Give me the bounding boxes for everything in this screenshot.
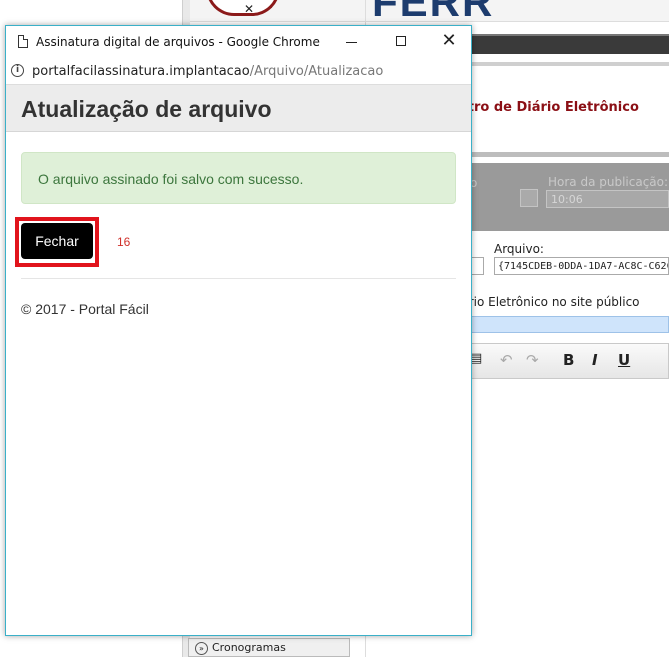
brand-text: FERR bbox=[372, 0, 495, 25]
maximize-icon bbox=[396, 36, 406, 46]
step-number-label: 16 bbox=[117, 235, 131, 249]
maximize-button[interactable] bbox=[386, 30, 416, 54]
info-icon[interactable]: i bbox=[11, 64, 24, 77]
undo-icon[interactable]: ↶ bbox=[500, 351, 513, 369]
popup-window: Assinatura digital de arquivos - Google … bbox=[5, 25, 472, 636]
file-input[interactable]: {7145CDEB-0DDA-1DA7-AC8C-C62CE bbox=[494, 257, 669, 275]
time-label: Hora da publicação: bbox=[548, 175, 669, 189]
page-title: Atualização de arquivo bbox=[21, 96, 272, 122]
menu-item-label: Cronogramas bbox=[212, 641, 286, 654]
success-alert: O arquivo assinado foi salvo com sucesso… bbox=[21, 152, 456, 204]
redo-icon[interactable]: ↷ bbox=[526, 351, 539, 369]
url-host: portalfacilassinatura.implantacao bbox=[32, 64, 250, 79]
underline-button[interactable]: U bbox=[618, 351, 630, 369]
window-title: Assinatura digital de arquivos - Google … bbox=[36, 35, 320, 49]
page-header: Atualização de arquivo bbox=[6, 85, 471, 132]
menu-item-cronogramas[interactable]: » Cronogramas bbox=[188, 638, 350, 657]
time-input[interactable]: 10:06 bbox=[546, 190, 669, 208]
chevron-right-icon: » bbox=[195, 641, 208, 655]
alert-message: O arquivo assinado foi salvo com sucesso… bbox=[38, 171, 304, 187]
close-button[interactable]: Fechar bbox=[21, 223, 93, 259]
calendar-icon[interactable] bbox=[520, 189, 538, 207]
footer-copyright: © 2017 - Portal Fácil bbox=[21, 301, 149, 317]
file-label: Arquivo: bbox=[494, 242, 544, 256]
page-icon bbox=[18, 35, 28, 48]
publish-option-label: iário Eletrônico no site público bbox=[458, 295, 640, 309]
address-bar[interactable]: i portalfacilassinatura.implantacao/Arqu… bbox=[6, 57, 471, 85]
minimize-icon bbox=[346, 42, 357, 43]
url-text: portalfacilassinatura.implantacao/Arquiv… bbox=[32, 64, 383, 79]
bold-button[interactable]: B bbox=[563, 351, 574, 369]
close-window-button[interactable]: ✕ bbox=[434, 30, 464, 54]
seal-cross-icon: ✕ bbox=[244, 2, 255, 16]
italic-button[interactable]: I bbox=[592, 351, 598, 369]
selected-row[interactable]: ão bbox=[458, 316, 669, 333]
section-title: stro de Diário Eletrônico bbox=[460, 100, 639, 115]
url-path: /Arquivo/Atualizacao bbox=[249, 64, 384, 79]
divider bbox=[21, 278, 456, 279]
window-titlebar[interactable]: Assinatura digital de arquivos - Google … bbox=[6, 26, 471, 57]
minimize-button[interactable] bbox=[336, 30, 366, 54]
